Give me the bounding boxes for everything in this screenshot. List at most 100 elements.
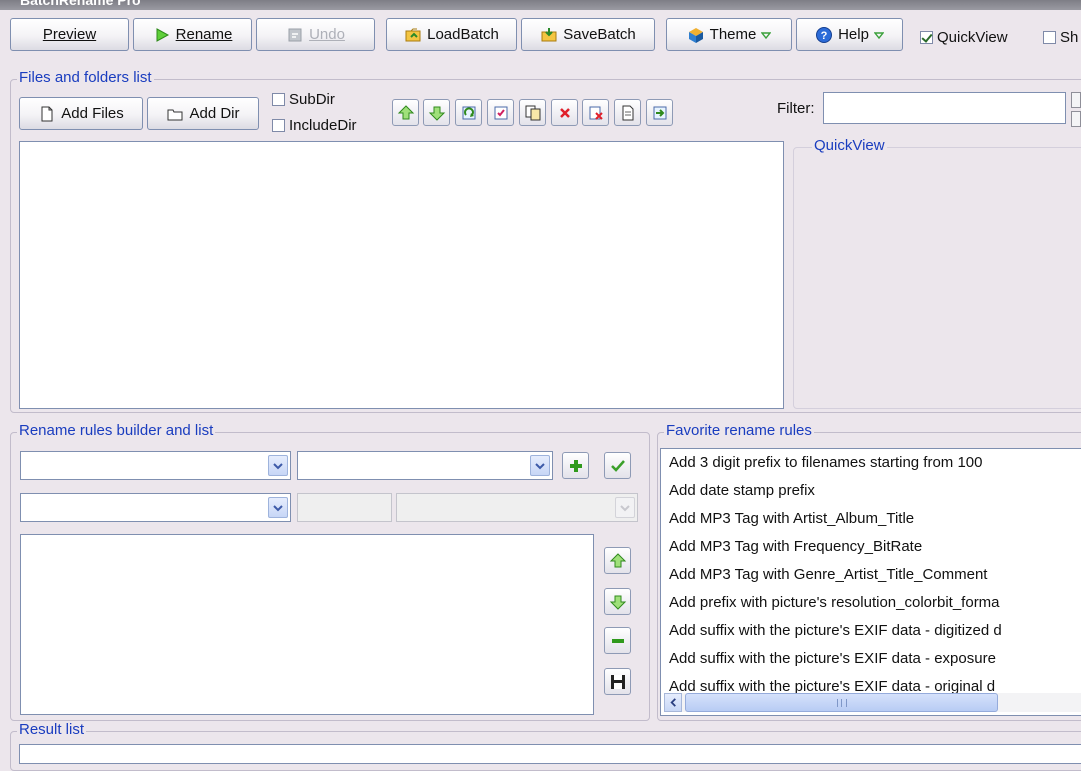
help-button[interactable]: ? Help — [796, 18, 903, 51]
clear-list-button[interactable] — [582, 99, 609, 126]
quickview-checkbox[interactable]: QuickView — [920, 29, 1008, 46]
loadbatch-label: LoadBatch — [427, 26, 499, 43]
rule-up-button[interactable] — [604, 547, 631, 574]
filter-option-bottom[interactable] — [1071, 111, 1081, 127]
subdir-label: SubDir — [289, 91, 335, 108]
includedir-check-box[interactable] — [272, 119, 285, 132]
file-icon — [38, 105, 56, 123]
quickview-title: QuickView — [812, 137, 887, 154]
undo-button[interactable]: Undo — [256, 18, 375, 51]
show-check-box[interactable] — [1043, 31, 1056, 44]
theme-button[interactable]: Theme — [666, 18, 792, 51]
rule-remove-button[interactable] — [604, 627, 631, 654]
rule-type-select[interactable] — [20, 451, 291, 480]
scrollbar-thumb[interactable] — [685, 693, 998, 712]
delete-list-icon — [587, 104, 605, 122]
svg-text:?: ? — [821, 30, 828, 42]
favorites-horizontal-scrollbar[interactable] — [664, 693, 1081, 712]
grip-icon — [836, 698, 847, 707]
savebatch-button[interactable]: SaveBatch — [521, 18, 655, 51]
plus-icon — [567, 457, 585, 475]
rules-list[interactable] — [20, 534, 594, 715]
refresh-icon — [460, 104, 478, 122]
favorite-rule-item[interactable]: Add MP3 Tag with Frequency_BitRate — [669, 538, 922, 555]
includedir-checkbox[interactable]: IncludeDir — [272, 117, 357, 134]
files-list[interactable] — [19, 141, 784, 409]
favorites-group-title: Favorite rename rules — [664, 422, 814, 439]
move-up-button[interactable] — [392, 99, 419, 126]
rename-button[interactable]: Rename — [133, 18, 252, 51]
show-check-label: Sh — [1060, 29, 1079, 46]
quickview-check-box[interactable] — [920, 31, 933, 44]
rule-action-dropdown-arrow[interactable] — [530, 455, 550, 476]
move-down-button[interactable] — [423, 99, 450, 126]
add-files-button[interactable]: Add Files — [19, 97, 143, 130]
arrow-up-icon — [397, 104, 415, 122]
favorites-list[interactable]: Add 3 digit prefix to filenames starting… — [660, 448, 1081, 716]
result-list[interactable] — [19, 744, 1081, 764]
load-folder-icon — [404, 26, 422, 44]
file-info-button[interactable] — [614, 99, 641, 126]
favorite-rule-item[interactable]: Add suffix with the picture's EXIF data … — [669, 622, 1002, 639]
rule-option-dropdown-arrow[interactable] — [268, 497, 288, 518]
rule-extra-dropdown-arrow[interactable] — [615, 497, 635, 518]
rule-value-input[interactable] — [297, 493, 392, 522]
rule-down-button[interactable] — [604, 588, 631, 615]
arrow-up-icon — [609, 552, 627, 570]
add-files-label: Add Files — [61, 105, 124, 122]
select-all-button[interactable] — [487, 99, 514, 126]
quickview-group: QuickView — [793, 137, 1081, 409]
quickview-check-label: QuickView — [937, 29, 1008, 46]
subdir-check-box[interactable] — [272, 93, 285, 106]
scroll-left-icon[interactable] — [664, 693, 682, 712]
favorite-rule-item[interactable]: Add date stamp prefix — [669, 482, 815, 499]
result-group-title: Result list — [17, 721, 87, 738]
document-icon — [619, 104, 637, 122]
add-dir-label: Add Dir — [189, 105, 240, 122]
add-dir-button[interactable]: Add Dir — [147, 97, 259, 130]
rule-extra-select[interactable] — [396, 493, 638, 522]
filter-input[interactable] — [823, 92, 1066, 124]
checkmark-icon — [609, 457, 627, 475]
favorite-rule-item[interactable]: Add prefix with picture's resolution_col… — [669, 594, 1000, 611]
theme-cube-icon — [687, 26, 705, 44]
filter-option-top[interactable] — [1071, 92, 1081, 108]
help-icon: ? — [815, 26, 833, 44]
chevron-down-icon — [873, 30, 884, 40]
check-list-icon — [492, 104, 510, 122]
favorite-rule-item[interactable]: Add MP3 Tag with Artist_Album_Title — [669, 510, 914, 527]
help-label: Help — [838, 26, 869, 43]
arrow-down-icon — [609, 593, 627, 611]
favorite-rule-item[interactable]: Add 3 digit prefix to filenames starting… — [669, 454, 983, 471]
savebatch-label: SaveBatch — [563, 26, 636, 43]
floppy-disk-icon — [609, 673, 627, 691]
preview-label: Preview — [42, 26, 97, 43]
filter-label: Filter: — [777, 100, 815, 117]
add-rule-button[interactable] — [562, 452, 589, 479]
loadbatch-button[interactable]: LoadBatch — [386, 18, 517, 51]
export-button[interactable] — [646, 99, 673, 126]
favorite-rule-item[interactable]: Add suffix with the picture's EXIF data … — [669, 650, 996, 667]
invert-select-button[interactable] — [519, 99, 546, 126]
theme-label: Theme — [709, 26, 757, 43]
rule-option-select[interactable] — [20, 493, 291, 522]
apply-rule-button[interactable] — [604, 452, 631, 479]
rule-save-button[interactable] — [604, 668, 631, 695]
remove-button[interactable] — [551, 99, 578, 126]
save-folder-icon — [540, 26, 558, 44]
copy-icon — [524, 104, 542, 122]
rename-label: Rename — [175, 26, 233, 43]
rule-type-dropdown-arrow[interactable] — [268, 455, 288, 476]
export-icon — [651, 104, 669, 122]
includedir-label: IncludeDir — [289, 117, 357, 134]
refresh-button[interactable] — [455, 99, 482, 126]
close-icon — [556, 104, 574, 122]
favorite-rule-item[interactable]: Add MP3 Tag with Genre_Artist_Title_Comm… — [669, 566, 987, 583]
arrow-down-icon — [428, 104, 446, 122]
rule-action-select[interactable] — [297, 451, 553, 480]
subdir-checkbox[interactable]: SubDir — [272, 91, 335, 108]
preview-button[interactable]: Preview — [10, 18, 129, 51]
minus-icon — [609, 632, 627, 650]
show-checkbox[interactable]: Sh — [1043, 29, 1078, 46]
chevron-down-icon — [761, 30, 772, 40]
